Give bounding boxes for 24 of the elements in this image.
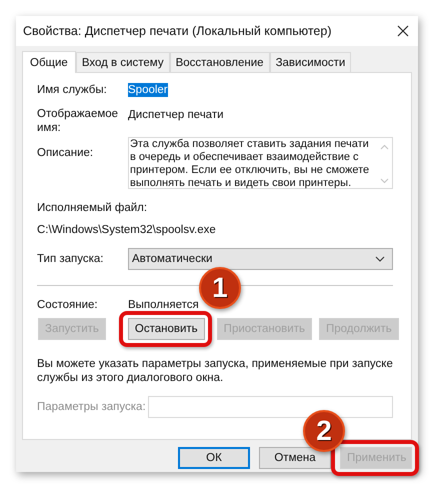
service-button[interactable]: Остановить <box>128 318 205 340</box>
chevron-down-icon <box>375 256 385 262</box>
close-icon[interactable] <box>397 25 409 37</box>
dialog-button[interactable]: Отмена <box>259 447 331 469</box>
tab[interactable]: Вход в систему <box>76 52 170 72</box>
field-label: Параметры запуска: <box>37 401 147 413</box>
executable-path: C:\Windows\System32\spoolsv.exe <box>37 223 217 237</box>
tab[interactable]: Общие <box>22 51 76 73</box>
field-label: Состояние: <box>37 298 99 312</box>
field-label: Отображаемое имя: <box>37 107 117 135</box>
status-value: Выполняется <box>128 298 199 312</box>
display-name-value: Диспетчер печати <box>128 108 224 122</box>
tab[interactable]: Зависимости <box>270 52 352 72</box>
startup-type-dropdown[interactable]: Автоматически <box>128 248 393 270</box>
hint-text: Вы можете указать параметры запуска, применяемые при запуске службы из этого диалогового окна. <box>37 357 394 385</box>
window-title: Свойства: Диспетчер печати (Локальный компьютер) <box>23 24 332 38</box>
field-label: Описание: <box>37 146 94 161</box>
tab[interactable]: Восстановление <box>170 52 270 72</box>
step-callout: 1 <box>198 267 241 309</box>
field-label: Имя службы: <box>37 83 108 97</box>
service-name-value: Spooler <box>128 83 168 97</box>
dialog-button[interactable]: ОК <box>178 447 250 469</box>
field-label: Тип запуска: <box>37 252 105 266</box>
field-label: Исполняемый файл: <box>37 201 148 215</box>
